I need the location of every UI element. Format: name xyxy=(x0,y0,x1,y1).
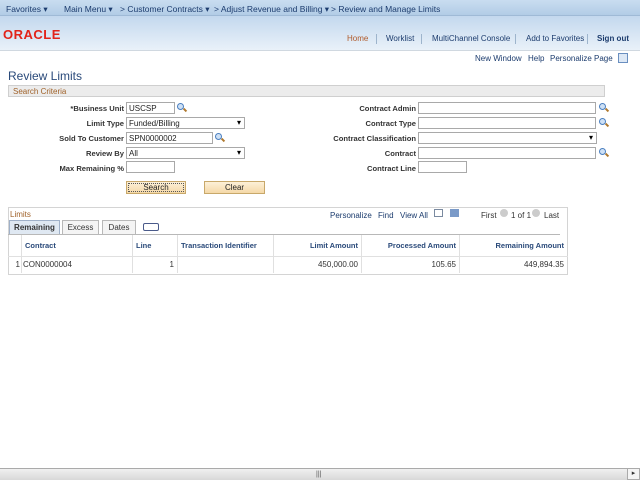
business-unit-lookup-icon[interactable] xyxy=(177,103,186,112)
personalize-link[interactable]: Personalize xyxy=(330,211,372,220)
contract-line-input[interactable] xyxy=(418,161,467,173)
cell-contract: CON0000004 xyxy=(22,257,133,273)
column-contract[interactable]: Contract xyxy=(22,235,133,256)
view-all-link[interactable]: View All xyxy=(400,211,428,220)
column-line[interactable]: Line xyxy=(133,235,178,256)
scroll-right-icon[interactable]: ▸ xyxy=(627,468,640,480)
breadcrumb-adjust-revenue[interactable]: > Adjust Revenue and Billing ▾ xyxy=(214,4,329,15)
contract-classification-select[interactable] xyxy=(418,132,597,144)
main-menu[interactable]: Main Menu ▾ xyxy=(64,4,113,15)
cell-limit-amount: 450,000.00 xyxy=(274,257,362,273)
header: Home Worklist MultiChannel Console Add t… xyxy=(0,16,640,51)
contract-admin-label: Contract Admin xyxy=(359,104,416,113)
cell-processed-amount: 105.65 xyxy=(362,257,460,273)
contract-input[interactable] xyxy=(418,147,596,159)
cell-line: 1 xyxy=(133,257,178,273)
first-link[interactable]: First xyxy=(481,211,497,220)
grid-title: Limits xyxy=(10,210,31,219)
find-link[interactable]: Find xyxy=(378,211,394,220)
scrollbar-grip-icon: ||| xyxy=(316,471,322,478)
worklist-link[interactable]: Worklist xyxy=(386,34,414,43)
tab-remaining[interactable]: Remaining xyxy=(9,220,60,234)
tab-dates[interactable]: Dates xyxy=(102,220,136,234)
horizontal-scrollbar[interactable]: ||| xyxy=(0,468,627,480)
breadcrumb-customer-contracts[interactable]: > Customer Contracts ▾ xyxy=(120,4,210,15)
review-by-label: Review By xyxy=(86,149,124,158)
page-title: Review Limits xyxy=(8,69,83,83)
cell-remaining-amount: 449,894.35 xyxy=(523,260,564,269)
contract-line-label: Contract Line xyxy=(367,164,416,173)
contract-admin-lookup-icon[interactable] xyxy=(599,103,608,112)
home-link[interactable]: Home xyxy=(347,34,368,43)
personalize-page-link[interactable]: Personalize Page xyxy=(550,54,613,63)
contract-classification-label: Contract Classification xyxy=(333,134,416,143)
row-number: 1 xyxy=(8,257,22,273)
column-processed-amount[interactable]: Processed Amount xyxy=(362,235,460,256)
pager-text: 1 of 1 xyxy=(511,211,532,220)
contract-type-label: Contract Type xyxy=(365,119,417,128)
sign-out-link[interactable]: Sign out xyxy=(597,34,629,43)
contract-lookup-icon[interactable] xyxy=(599,148,608,157)
search-button[interactable]: Search xyxy=(126,181,186,194)
max-remaining-label: Max Remaining % xyxy=(59,164,124,173)
clear-button[interactable]: Clear xyxy=(204,181,265,194)
business-unit-label: *Business Unit xyxy=(70,104,124,113)
limit-type-select[interactable]: Funded/Billing xyxy=(126,117,245,129)
show-all-columns-icon[interactable] xyxy=(143,223,159,231)
contract-admin-input[interactable] xyxy=(418,102,596,114)
zoom-grid-icon[interactable] xyxy=(434,209,443,217)
last-link[interactable]: Last xyxy=(544,211,559,220)
review-by-select[interactable]: All xyxy=(126,147,245,159)
multichannel-console-link[interactable]: MultiChannel Console xyxy=(432,34,510,43)
help-link[interactable]: Help xyxy=(528,54,544,63)
next-icon[interactable] xyxy=(532,209,540,217)
top-navigation-bar: Favorites ▾ Main Menu ▾ > Customer Contr… xyxy=(0,0,640,16)
column-limit-amount[interactable]: Limit Amount xyxy=(274,235,362,256)
new-window-link[interactable]: New Window xyxy=(475,54,522,63)
breadcrumb-review-limits[interactable]: > Review and Manage Limits xyxy=(331,4,440,14)
page-icon[interactable] xyxy=(618,53,628,63)
sold-to-customer-label: Sold To Customer xyxy=(59,134,124,143)
business-unit-input[interactable]: USCSP xyxy=(126,102,175,114)
max-remaining-input[interactable] xyxy=(126,161,175,173)
column-remaining-amount[interactable]: Remaining Amount xyxy=(460,235,567,256)
previous-icon[interactable] xyxy=(500,209,508,217)
search-criteria-header: Search Criteria xyxy=(8,85,605,97)
oracle-logo: ORACLE xyxy=(3,27,61,42)
favorites-menu[interactable]: Favorites ▾ xyxy=(6,4,48,15)
contract-label: Contract xyxy=(384,149,416,158)
download-icon[interactable] xyxy=(450,209,459,217)
contract-type-input[interactable] xyxy=(418,117,596,129)
sold-to-lookup-icon[interactable] xyxy=(215,133,224,142)
sold-to-customer-input[interactable]: SPN0000002 xyxy=(126,132,213,144)
tab-excess[interactable]: Excess xyxy=(62,220,99,234)
limit-type-label: Limit Type xyxy=(86,119,124,128)
contract-type-lookup-icon[interactable] xyxy=(599,118,608,127)
column-transaction-identifier[interactable]: Transaction Identifier xyxy=(178,235,274,256)
cell-transaction-identifier xyxy=(178,257,274,273)
add-to-favorites-link[interactable]: Add to Favorites xyxy=(526,34,584,43)
